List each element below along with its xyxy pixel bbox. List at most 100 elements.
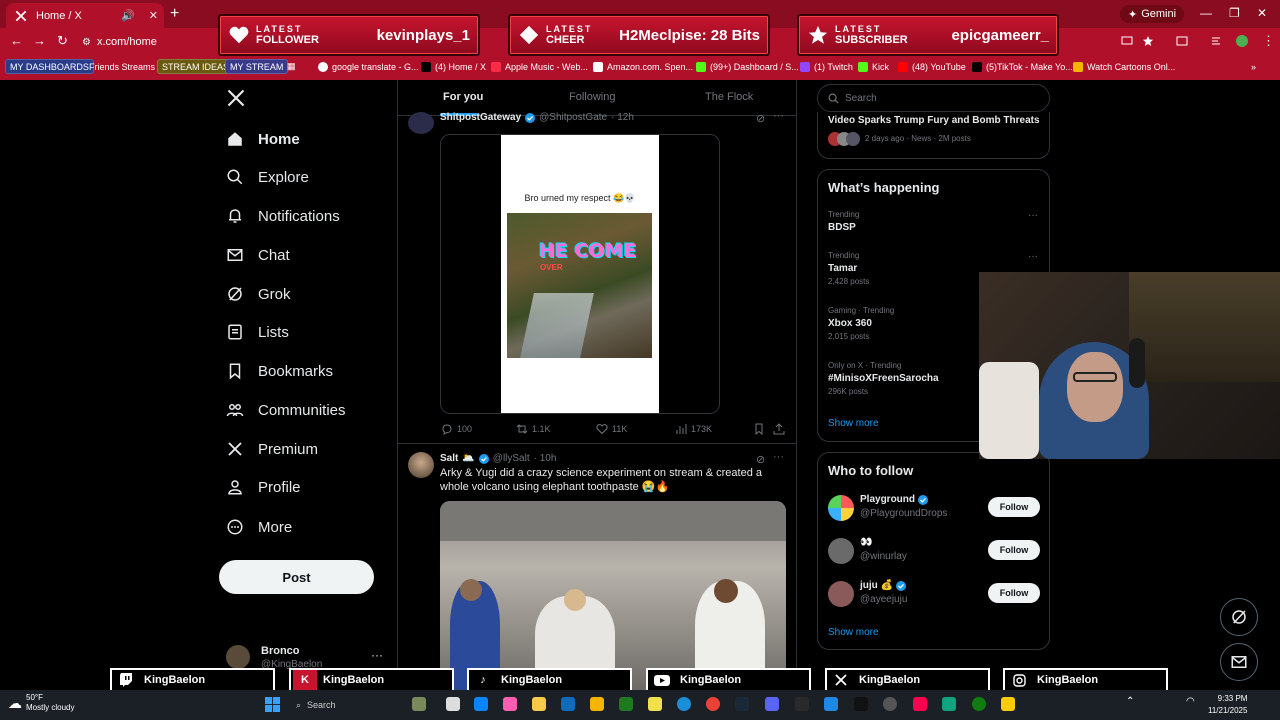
tiktok-icon[interactable] (913, 697, 927, 711)
avatar[interactable] (408, 452, 434, 478)
tweet-author-handle[interactable]: @llySalt (493, 453, 530, 464)
tweet-more-icon[interactable]: ··· (773, 110, 784, 122)
tweet-media-video[interactable]: Bro urned my respect 😂💀 HE COME OVER (440, 134, 720, 414)
install-icon[interactable] (1121, 35, 1133, 47)
tab-following[interactable]: Following (569, 91, 615, 103)
tweet-media-video[interactable] (440, 501, 786, 691)
views-button[interactable]: 173K (675, 423, 712, 435)
taskbar-search[interactable]: ⌕ Search (290, 696, 400, 714)
nav-bookmarks[interactable]: Bookmarks (226, 356, 333, 386)
steam-icon[interactable] (735, 697, 749, 711)
nav-lists[interactable]: Lists (226, 317, 289, 347)
repost-button[interactable]: 1.1K (516, 423, 551, 435)
windows-start-icon[interactable] (265, 697, 280, 712)
account-menu-icon[interactable]: ··· (371, 648, 383, 662)
tray-overflow-icon[interactable]: ⌃ (1126, 696, 1134, 707)
screenshot-icon[interactable] (1176, 35, 1188, 47)
back-icon[interactable]: ← (10, 33, 23, 48)
post-button[interactable]: Post (219, 560, 374, 594)
widgets-icon[interactable] (412, 697, 426, 711)
app-icon[interactable] (942, 697, 956, 711)
follow-button[interactable]: Follow (988, 540, 1040, 560)
bookmark-button[interactable] (753, 423, 765, 435)
trend-more-icon[interactable]: ··· (1028, 251, 1038, 262)
trend-item[interactable]: Trending BDSP ··· (828, 210, 1038, 233)
nav-notifications[interactable]: Notifications (226, 201, 340, 231)
bookmarks-overflow-icon[interactable]: » (1251, 59, 1256, 74)
like-button[interactable]: 11K (596, 423, 627, 435)
new-tab-icon[interactable]: + (170, 5, 179, 23)
follow-suggestion[interactable]: 👀 @winurlay Follow (828, 535, 1040, 567)
follow-button[interactable]: Follow (988, 583, 1040, 603)
show-more-link[interactable]: Show more (828, 418, 879, 429)
grok-icon[interactable]: ⊘ (756, 453, 765, 466)
star-icon[interactable] (1142, 35, 1154, 47)
tab-for-you[interactable]: For you (443, 91, 483, 103)
app-icon[interactable] (648, 697, 662, 711)
messages-float-button[interactable] (1220, 643, 1258, 681)
x-logo-icon[interactable] (226, 88, 246, 108)
nav-communities[interactable]: Communities (226, 395, 346, 425)
bookmark-kick[interactable]: Kick (858, 59, 889, 74)
system-clock[interactable]: 9:33 PM 11/21/2025 (1208, 693, 1247, 717)
bookmark-youtube[interactable]: (48) YouTube (898, 59, 966, 74)
avatar[interactable] (408, 112, 434, 134)
tweet-more-icon[interactable]: ··· (773, 451, 784, 463)
bookmark-my-dashboards[interactable]: MY DASHBOARDS (5, 59, 94, 74)
nav-profile[interactable]: Profile (226, 472, 301, 502)
gemini-button[interactable]: ✦ Gemini (1120, 5, 1185, 23)
app-icon[interactable] (503, 697, 517, 711)
nav-home[interactable]: Home (226, 124, 300, 154)
bookmark-watch-cartoons[interactable]: Watch Cartoons Onl... (1073, 59, 1175, 74)
chrome-icon[interactable] (706, 697, 720, 711)
nav-premium[interactable]: Premium (226, 434, 318, 464)
bookmark-my-stream[interactable]: MY STREAM (225, 59, 289, 74)
app-icon[interactable] (824, 697, 838, 711)
bookmark-amazon[interactable]: Amazon.com. Spen... (593, 59, 693, 74)
weather-widget[interactable]: ☁ 50°F Mostly cloudy (8, 693, 74, 713)
epic-games-icon[interactable] (795, 697, 809, 711)
tab-the-flock[interactable]: The Flock (705, 91, 753, 103)
obs-icon[interactable] (883, 697, 897, 711)
bookmark-apple-music[interactable]: Apple Music - Web... (491, 59, 588, 74)
minimize-icon[interactable]: — (1200, 6, 1212, 20)
file-explorer-icon[interactable] (590, 697, 604, 711)
app-icon[interactable] (532, 697, 546, 711)
follow-button[interactable]: Follow (988, 497, 1040, 517)
nav-chat[interactable]: Chat (226, 240, 290, 270)
site-info-icon[interactable]: ⚙ (82, 37, 91, 48)
restore-icon[interactable]: ❐ (1229, 6, 1240, 20)
nav-grok[interactable]: Grok (226, 279, 291, 309)
edge-icon[interactable] (677, 697, 691, 711)
bookmark-tiktok[interactable]: (5)TikTok - Make Yo... (972, 59, 1073, 74)
reload-icon[interactable]: ↻ (57, 33, 68, 49)
grok-float-button[interactable] (1220, 598, 1258, 636)
nav-more[interactable]: More (226, 512, 292, 542)
follow-suggestion[interactable]: juju 💰 @ayeejuju Follow (828, 578, 1040, 610)
media-control-icon[interactable] (1211, 35, 1223, 47)
bookmark-twitch[interactable]: (1) Twitch (800, 59, 853, 74)
nav-explore[interactable]: Explore (226, 162, 309, 192)
browser-menu-icon[interactable]: ⋮ (1262, 33, 1275, 49)
follow-suggestion[interactable]: Playground @PlaygroundDrops Follow (828, 492, 1040, 524)
trend-more-icon[interactable]: ··· (1028, 210, 1038, 221)
close-tab-icon[interactable]: ✕ (149, 9, 158, 22)
outlook-icon[interactable] (561, 697, 575, 711)
tweet-time[interactable]: · 10h (534, 453, 557, 464)
show-more-link[interactable]: Show more (828, 627, 879, 638)
store-icon[interactable] (474, 697, 488, 711)
task-view-icon[interactable] (446, 697, 460, 711)
tweet-author-name[interactable]: Salt (440, 453, 458, 464)
bookmark-stream-ideas[interactable]: STREAM IDEAS (157, 59, 235, 74)
app-icon[interactable] (1001, 697, 1015, 711)
tweet-author-name[interactable]: ShitpostGateway (440, 112, 521, 123)
profile-avatar-icon[interactable] (1236, 35, 1248, 47)
wifi-icon[interactable]: ◠ (1186, 696, 1195, 707)
bookmark-friends-streams[interactable]: Friends Streams (89, 59, 155, 74)
reply-button[interactable]: 100 (441, 423, 472, 435)
bookmark-home-x[interactable]: (4) Home / X (421, 59, 486, 74)
app-icon[interactable] (854, 697, 868, 711)
tweet-time[interactable]: · 12h (611, 112, 634, 123)
discord-icon[interactable] (765, 697, 779, 711)
bookmark-google-translate[interactable]: google translate - G... (318, 59, 419, 74)
